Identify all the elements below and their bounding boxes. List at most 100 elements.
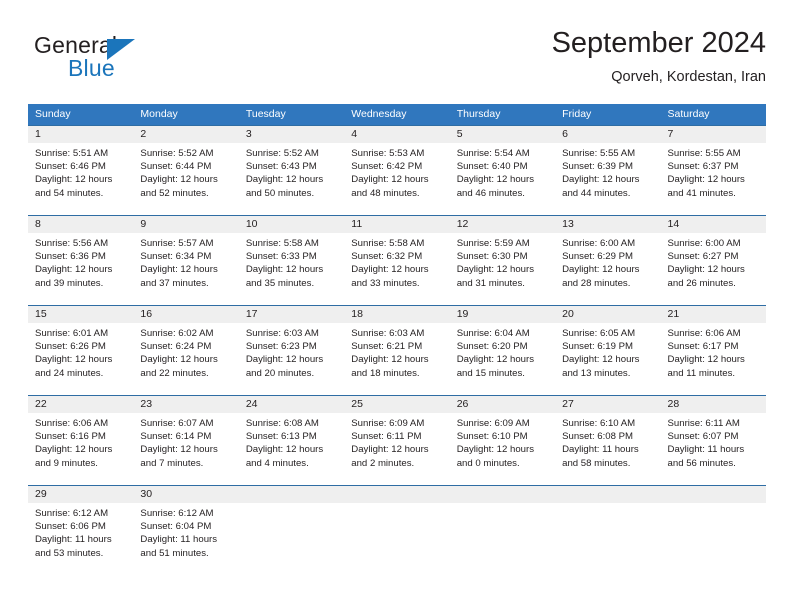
day-number[interactable]: 30	[133, 486, 238, 503]
day-cell[interactable]: Sunrise: 6:00 AM Sunset: 6:27 PM Dayligh…	[661, 233, 766, 305]
day-cell[interactable]: Sunrise: 5:59 AM Sunset: 6:30 PM Dayligh…	[450, 233, 555, 305]
day-number-empty	[661, 486, 766, 503]
daylight-text-line2: and 54 minutes.	[35, 187, 104, 199]
calendar-week-row: 29 30 Sunrise: 6:12 AM Sunset: 6:06 PM D…	[28, 485, 766, 575]
day-cell[interactable]: Sunrise: 6:06 AM Sunset: 6:17 PM Dayligh…	[661, 323, 766, 395]
sunrise-text: Sunrise: 6:00 AM	[667, 238, 741, 249]
day-cell[interactable]: Sunrise: 5:58 AM Sunset: 6:32 PM Dayligh…	[344, 233, 449, 305]
daylight-text-line2: and 35 minutes.	[245, 277, 315, 289]
day-cell[interactable]: Sunrise: 6:04 AM Sunset: 6:20 PM Dayligh…	[450, 323, 555, 395]
daylight-text-line2: and 22 minutes.	[140, 367, 209, 379]
daylight-text-line2: and 15 minutes.	[456, 367, 525, 379]
day-cell[interactable]: Sunrise: 6:03 AM Sunset: 6:21 PM Dayligh…	[344, 323, 449, 395]
daylight-text-line1: Daylight: 12 hours	[35, 354, 113, 366]
sunset-text: Sunset: 6:34 PM	[140, 251, 212, 263]
day-cell[interactable]: Sunrise: 5:56 AM Sunset: 6:36 PM Dayligh…	[28, 233, 133, 305]
sunset-text: Sunset: 6:24 PM	[140, 341, 212, 353]
day-cell[interactable]: Sunrise: 5:52 AM Sunset: 6:44 PM Dayligh…	[133, 143, 238, 215]
day-number[interactable]: 8	[28, 216, 133, 233]
daylight-text-line1: Daylight: 12 hours	[351, 264, 429, 276]
day-number[interactable]: 3	[239, 126, 344, 143]
day-number[interactable]: 25	[344, 396, 449, 413]
day-number[interactable]: 13	[555, 216, 660, 233]
day-number[interactable]: 26	[450, 396, 555, 413]
day-cell[interactable]: Sunrise: 6:09 AM Sunset: 6:10 PM Dayligh…	[450, 413, 555, 485]
day-number[interactable]: 2	[133, 126, 238, 143]
daylight-text-line1: Daylight: 12 hours	[562, 354, 640, 366]
sunrise-text: Sunrise: 5:59 AM	[456, 238, 530, 249]
day-cell[interactable]: Sunrise: 6:01 AM Sunset: 6:26 PM Dayligh…	[28, 323, 133, 395]
day-cell[interactable]: Sunrise: 6:11 AM Sunset: 6:07 PM Dayligh…	[661, 413, 766, 485]
day-number[interactable]: 29	[28, 486, 133, 503]
daylight-text-line2: and 52 minutes.	[140, 187, 209, 199]
day-number[interactable]: 14	[661, 216, 766, 233]
day-cell[interactable]: Sunrise: 5:58 AM Sunset: 6:33 PM Dayligh…	[239, 233, 344, 305]
sunrise-text: Sunrise: 6:12 AM	[140, 508, 214, 519]
daylight-text-line2: and 39 minutes.	[35, 277, 104, 289]
day-cell[interactable]: Sunrise: 6:12 AM Sunset: 6:06 PM Dayligh…	[28, 503, 133, 575]
daylight-text-line2: and 24 minutes.	[35, 367, 104, 379]
sunset-text: Sunset: 6:04 PM	[140, 521, 212, 533]
daylight-text-line1: Daylight: 12 hours	[667, 354, 745, 366]
day-cell[interactable]: Sunrise: 6:00 AM Sunset: 6:29 PM Dayligh…	[555, 233, 660, 305]
sunrise-text: Sunrise: 6:08 AM	[245, 418, 319, 429]
day-number[interactable]: 15	[28, 306, 133, 323]
sunrise-text: Sunrise: 6:06 AM	[35, 418, 109, 429]
day-number[interactable]: 18	[344, 306, 449, 323]
day-cell[interactable]: Sunrise: 5:51 AM Sunset: 6:46 PM Dayligh…	[28, 143, 133, 215]
day-cell[interactable]: Sunrise: 5:54 AM Sunset: 6:40 PM Dayligh…	[450, 143, 555, 215]
day-number[interactable]: 17	[239, 306, 344, 323]
day-number[interactable]: 20	[555, 306, 660, 323]
day-cell[interactable]: Sunrise: 5:53 AM Sunset: 6:42 PM Dayligh…	[344, 143, 449, 215]
day-cell-empty	[661, 503, 766, 575]
day-cell[interactable]: Sunrise: 5:57 AM Sunset: 6:34 PM Dayligh…	[133, 233, 238, 305]
day-number[interactable]: 9	[133, 216, 238, 233]
day-number[interactable]: 16	[133, 306, 238, 323]
general-blue-logo[interactable]: General Blue	[34, 32, 254, 88]
daylight-text-line1: Daylight: 12 hours	[35, 174, 113, 186]
day-cell[interactable]: Sunrise: 6:03 AM Sunset: 6:23 PM Dayligh…	[239, 323, 344, 395]
day-number[interactable]: 7	[661, 126, 766, 143]
daylight-text-line2: and 44 minutes.	[562, 187, 631, 199]
day-number[interactable]: 10	[239, 216, 344, 233]
day-cell[interactable]: Sunrise: 6:10 AM Sunset: 6:08 PM Dayligh…	[555, 413, 660, 485]
sunrise-text: Sunrise: 6:11 AM	[667, 418, 740, 429]
sunrise-text: Sunrise: 5:58 AM	[351, 238, 425, 249]
day-cell[interactable]: Sunrise: 5:55 AM Sunset: 6:37 PM Dayligh…	[661, 143, 766, 215]
day-cell[interactable]: Sunrise: 6:07 AM Sunset: 6:14 PM Dayligh…	[133, 413, 238, 485]
weekday-header-thursday: Thursday	[456, 108, 501, 120]
day-number[interactable]: 19	[450, 306, 555, 323]
daylight-text-line2: and 28 minutes.	[562, 277, 631, 289]
calendar-week-row: 22 23 24 25 26 27 28 Sunrise: 6:06 AM Su…	[28, 395, 766, 485]
title-block: September 2024 Qorveh, Kordestan, Iran	[296, 26, 766, 87]
day-number[interactable]: 23	[133, 396, 238, 413]
sunset-text: Sunset: 6:33 PM	[245, 251, 317, 263]
day-number[interactable]: 24	[239, 396, 344, 413]
day-cell[interactable]: Sunrise: 6:12 AM Sunset: 6:04 PM Dayligh…	[133, 503, 238, 575]
day-number[interactable]: 21	[661, 306, 766, 323]
day-number[interactable]: 27	[555, 396, 660, 413]
day-cell[interactable]: Sunrise: 5:55 AM Sunset: 6:39 PM Dayligh…	[555, 143, 660, 215]
sunset-text: Sunset: 6:32 PM	[351, 251, 423, 263]
daylight-text-line1: Daylight: 12 hours	[456, 354, 535, 366]
week-daynumber-strip: 29 30	[28, 486, 766, 503]
day-cell[interactable]: Sunrise: 6:02 AM Sunset: 6:24 PM Dayligh…	[133, 323, 238, 395]
day-number[interactable]: 22	[28, 396, 133, 413]
day-number[interactable]: 11	[344, 216, 449, 233]
daylight-text-line1: Daylight: 12 hours	[140, 174, 218, 186]
sunrise-text: Sunrise: 5:52 AM	[140, 148, 214, 159]
daylight-text-line1: Daylight: 12 hours	[35, 444, 113, 456]
day-number[interactable]: 5	[450, 126, 555, 143]
day-cell[interactable]: Sunrise: 6:05 AM Sunset: 6:19 PM Dayligh…	[555, 323, 660, 395]
day-cell[interactable]: Sunrise: 5:52 AM Sunset: 6:43 PM Dayligh…	[239, 143, 344, 215]
day-number[interactable]: 4	[344, 126, 449, 143]
day-number[interactable]: 6	[555, 126, 660, 143]
day-cell[interactable]: Sunrise: 6:08 AM Sunset: 6:13 PM Dayligh…	[239, 413, 344, 485]
day-cell[interactable]: Sunrise: 6:06 AM Sunset: 6:16 PM Dayligh…	[28, 413, 133, 485]
day-number[interactable]: 12	[450, 216, 555, 233]
daylight-text-line2: and 56 minutes.	[667, 457, 736, 469]
sunrise-text: Sunrise: 5:54 AM	[456, 148, 530, 159]
day-cell[interactable]: Sunrise: 6:09 AM Sunset: 6:11 PM Dayligh…	[344, 413, 449, 485]
day-number[interactable]: 28	[661, 396, 766, 413]
day-number[interactable]: 1	[28, 126, 133, 143]
